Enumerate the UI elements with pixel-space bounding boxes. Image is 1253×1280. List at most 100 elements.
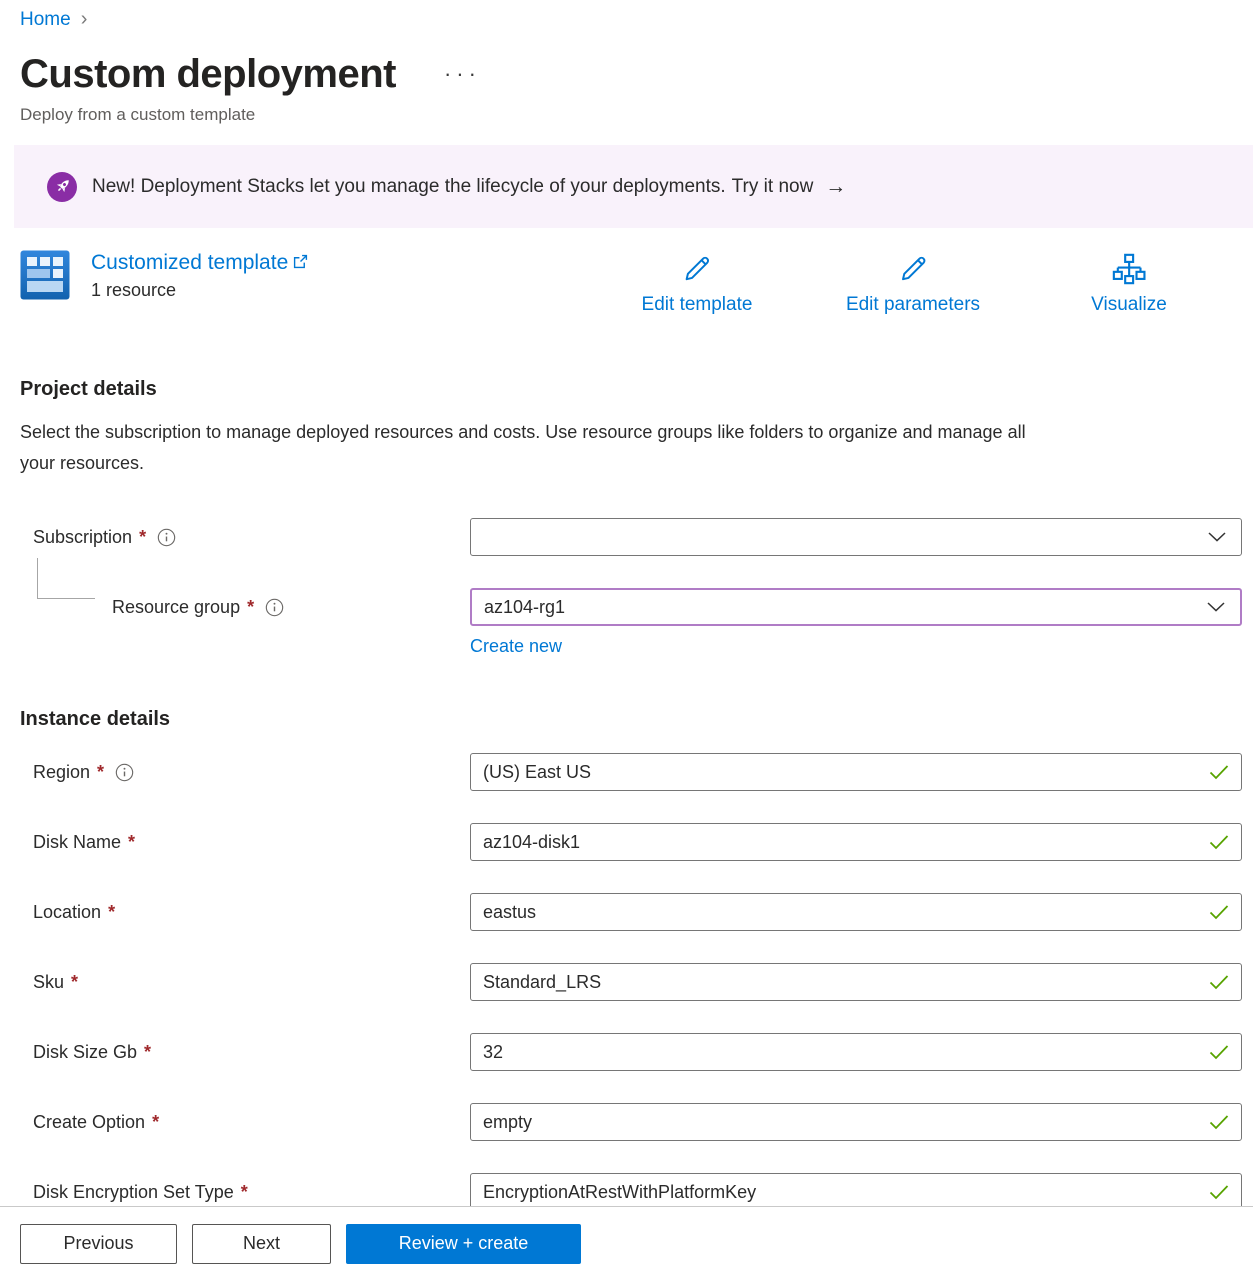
edit-template-label: Edit template (642, 294, 753, 316)
location-label: Location * (20, 902, 470, 923)
chevron-down-icon[interactable] (1207, 602, 1225, 612)
template-icon (20, 250, 70, 300)
disk-name-row: Disk Name * (20, 823, 1242, 861)
region-label-text: Region (33, 762, 90, 783)
create-new-link[interactable]: Create new (470, 636, 562, 656)
resource-group-row: Resource group * az104-rg1 (20, 588, 1242, 626)
valid-check-icon (1209, 1115, 1229, 1130)
disk-encryption-set-type-input[interactable] (471, 1174, 1241, 1210)
create-new-row: Create new (470, 636, 1242, 658)
required-marker: * (97, 762, 104, 783)
create-option-label-text: Create Option (33, 1112, 145, 1133)
customized-template-label: Customized template (91, 251, 288, 275)
required-marker: * (241, 1182, 248, 1203)
subscription-row: Subscription * (20, 518, 1242, 556)
arrow-right-icon[interactable]: → (825, 175, 846, 199)
valid-check-icon (1209, 1185, 1229, 1200)
pencil-icon (896, 252, 930, 286)
title-row: Custom deployment ··· (20, 51, 1242, 97)
edit-template-button[interactable]: Edit template (642, 252, 753, 316)
location-label-text: Location (33, 902, 101, 923)
resource-group-label: Resource group * (20, 597, 470, 618)
location-input[interactable] (471, 894, 1241, 930)
create-option-field (470, 1103, 1242, 1141)
info-icon[interactable] (157, 528, 176, 547)
disk-name-field (470, 823, 1242, 861)
pencil-icon (680, 252, 714, 286)
valid-check-icon (1209, 905, 1229, 920)
region-field (470, 753, 1242, 791)
region-label: Region * (20, 762, 470, 783)
resource-group-value: az104-rg1 (472, 597, 565, 618)
deployment-form: Subscription * (20, 518, 1242, 1211)
disk-name-input[interactable] (471, 824, 1241, 860)
breadcrumb-home-link[interactable]: Home (20, 9, 71, 31)
more-menu-icon[interactable]: ··· (444, 69, 481, 79)
create-option-label: Create Option * (20, 1112, 470, 1133)
disk-size-gb-field (470, 1033, 1242, 1071)
visualize-button[interactable]: Visualize (1091, 252, 1167, 316)
location-field (470, 893, 1242, 931)
template-text: Customized template 1 resource (91, 250, 308, 332)
valid-check-icon (1209, 835, 1229, 850)
project-details-heading: Project details (20, 378, 1242, 401)
valid-check-icon (1209, 765, 1229, 780)
resource-group-dropdown[interactable]: az104-rg1 (470, 588, 1242, 626)
page-subtitle: Deploy from a custom template (20, 105, 1242, 125)
info-icon[interactable] (265, 598, 284, 617)
template-summary-row: Customized template 1 resource (20, 250, 1242, 332)
required-marker: * (247, 597, 254, 618)
edit-parameters-button[interactable]: Edit parameters (846, 252, 980, 316)
disk-encryption-set-type-label-text: Disk Encryption Set Type (33, 1182, 234, 1203)
sku-row: Sku * (20, 963, 1242, 1001)
breadcrumb-chevron-icon: › (81, 8, 88, 31)
location-row: Location * (20, 893, 1242, 931)
customized-template-link[interactable]: Customized template (91, 251, 308, 275)
subscription-dropdown[interactable] (470, 518, 1242, 556)
sku-label: Sku * (20, 972, 470, 993)
create-option-input[interactable] (471, 1104, 1241, 1140)
disk-size-gb-label: Disk Size Gb * (20, 1042, 470, 1063)
subscription-label: Subscription * (20, 527, 470, 548)
required-marker: * (139, 527, 146, 548)
page-title: Custom deployment (20, 51, 396, 97)
sku-input[interactable] (471, 964, 1241, 1000)
project-details-description: Select the subscription to manage deploy… (20, 417, 1065, 479)
external-link-icon (293, 251, 308, 275)
disk-size-gb-row: Disk Size Gb * (20, 1033, 1242, 1071)
announcement-banner: New! Deployment Stacks let you manage th… (14, 145, 1253, 228)
disk-encryption-set-type-label: Disk Encryption Set Type * (20, 1182, 470, 1203)
valid-check-icon (1209, 1045, 1229, 1060)
region-row: Region * (20, 753, 1242, 791)
disk-name-label: Disk Name * (20, 832, 470, 853)
review-create-button[interactable]: Review + create (346, 1224, 581, 1264)
sku-field (470, 963, 1242, 1001)
resource-group-label-text: Resource group (112, 597, 240, 618)
banner-message: New! Deployment Stacks let you manage th… (92, 176, 726, 198)
instance-details-heading: Instance details (20, 708, 1242, 731)
required-marker: * (108, 902, 115, 923)
create-option-row: Create Option * (20, 1103, 1242, 1141)
required-marker: * (152, 1112, 159, 1133)
disk-size-gb-input[interactable] (471, 1034, 1241, 1070)
required-marker: * (71, 972, 78, 993)
required-marker: * (128, 832, 135, 853)
rocket-icon (47, 172, 77, 202)
breadcrumb: Home › (20, 0, 1242, 31)
hierarchy-icon (1112, 252, 1146, 286)
try-it-now-link[interactable]: Try it now (732, 176, 814, 198)
valid-check-icon (1209, 975, 1229, 990)
disk-size-gb-label-text: Disk Size Gb (33, 1042, 137, 1063)
visualize-label: Visualize (1091, 294, 1167, 316)
resource-count: 1 resource (91, 280, 308, 301)
required-marker: * (144, 1042, 151, 1063)
disk-name-label-text: Disk Name (33, 832, 121, 853)
next-button[interactable]: Next (192, 1224, 331, 1264)
chevron-down-icon[interactable] (1208, 532, 1226, 542)
subscription-label-text: Subscription (33, 527, 132, 548)
info-icon[interactable] (115, 763, 134, 782)
custom-deployment-page: Home › Custom deployment ··· Deploy from… (0, 0, 1253, 1280)
region-input[interactable] (471, 754, 1241, 790)
previous-button[interactable]: Previous (20, 1224, 177, 1264)
edit-parameters-label: Edit parameters (846, 294, 980, 316)
